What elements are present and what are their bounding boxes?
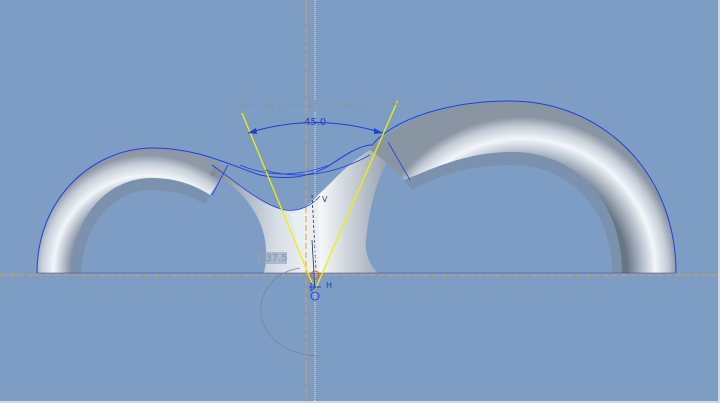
left-arch[interactable] xyxy=(37,147,228,273)
model-canvas[interactable]: 39.0 46.2 45.0 137.5 V H xyxy=(0,0,720,403)
dimension-right-width-value[interactable]: 46.2 xyxy=(344,100,366,111)
3d-viewport[interactable]: 39.0 46.2 45.0 137.5 V H xyxy=(0,0,720,403)
dimension-angle-value[interactable]: 45.0 xyxy=(304,117,326,128)
dimension-angle[interactable]: 45.0 xyxy=(247,117,384,134)
dimension-left-width-value[interactable]: 39.0 xyxy=(262,102,284,113)
dimension-left-width[interactable]: 39.0 xyxy=(239,100,316,113)
dimension-right-width[interactable]: 46.2 xyxy=(318,98,399,111)
vertex-label: V xyxy=(322,195,328,204)
ref-label: H xyxy=(326,281,332,290)
dimension-arc-value[interactable]: 137.5 xyxy=(259,253,288,264)
